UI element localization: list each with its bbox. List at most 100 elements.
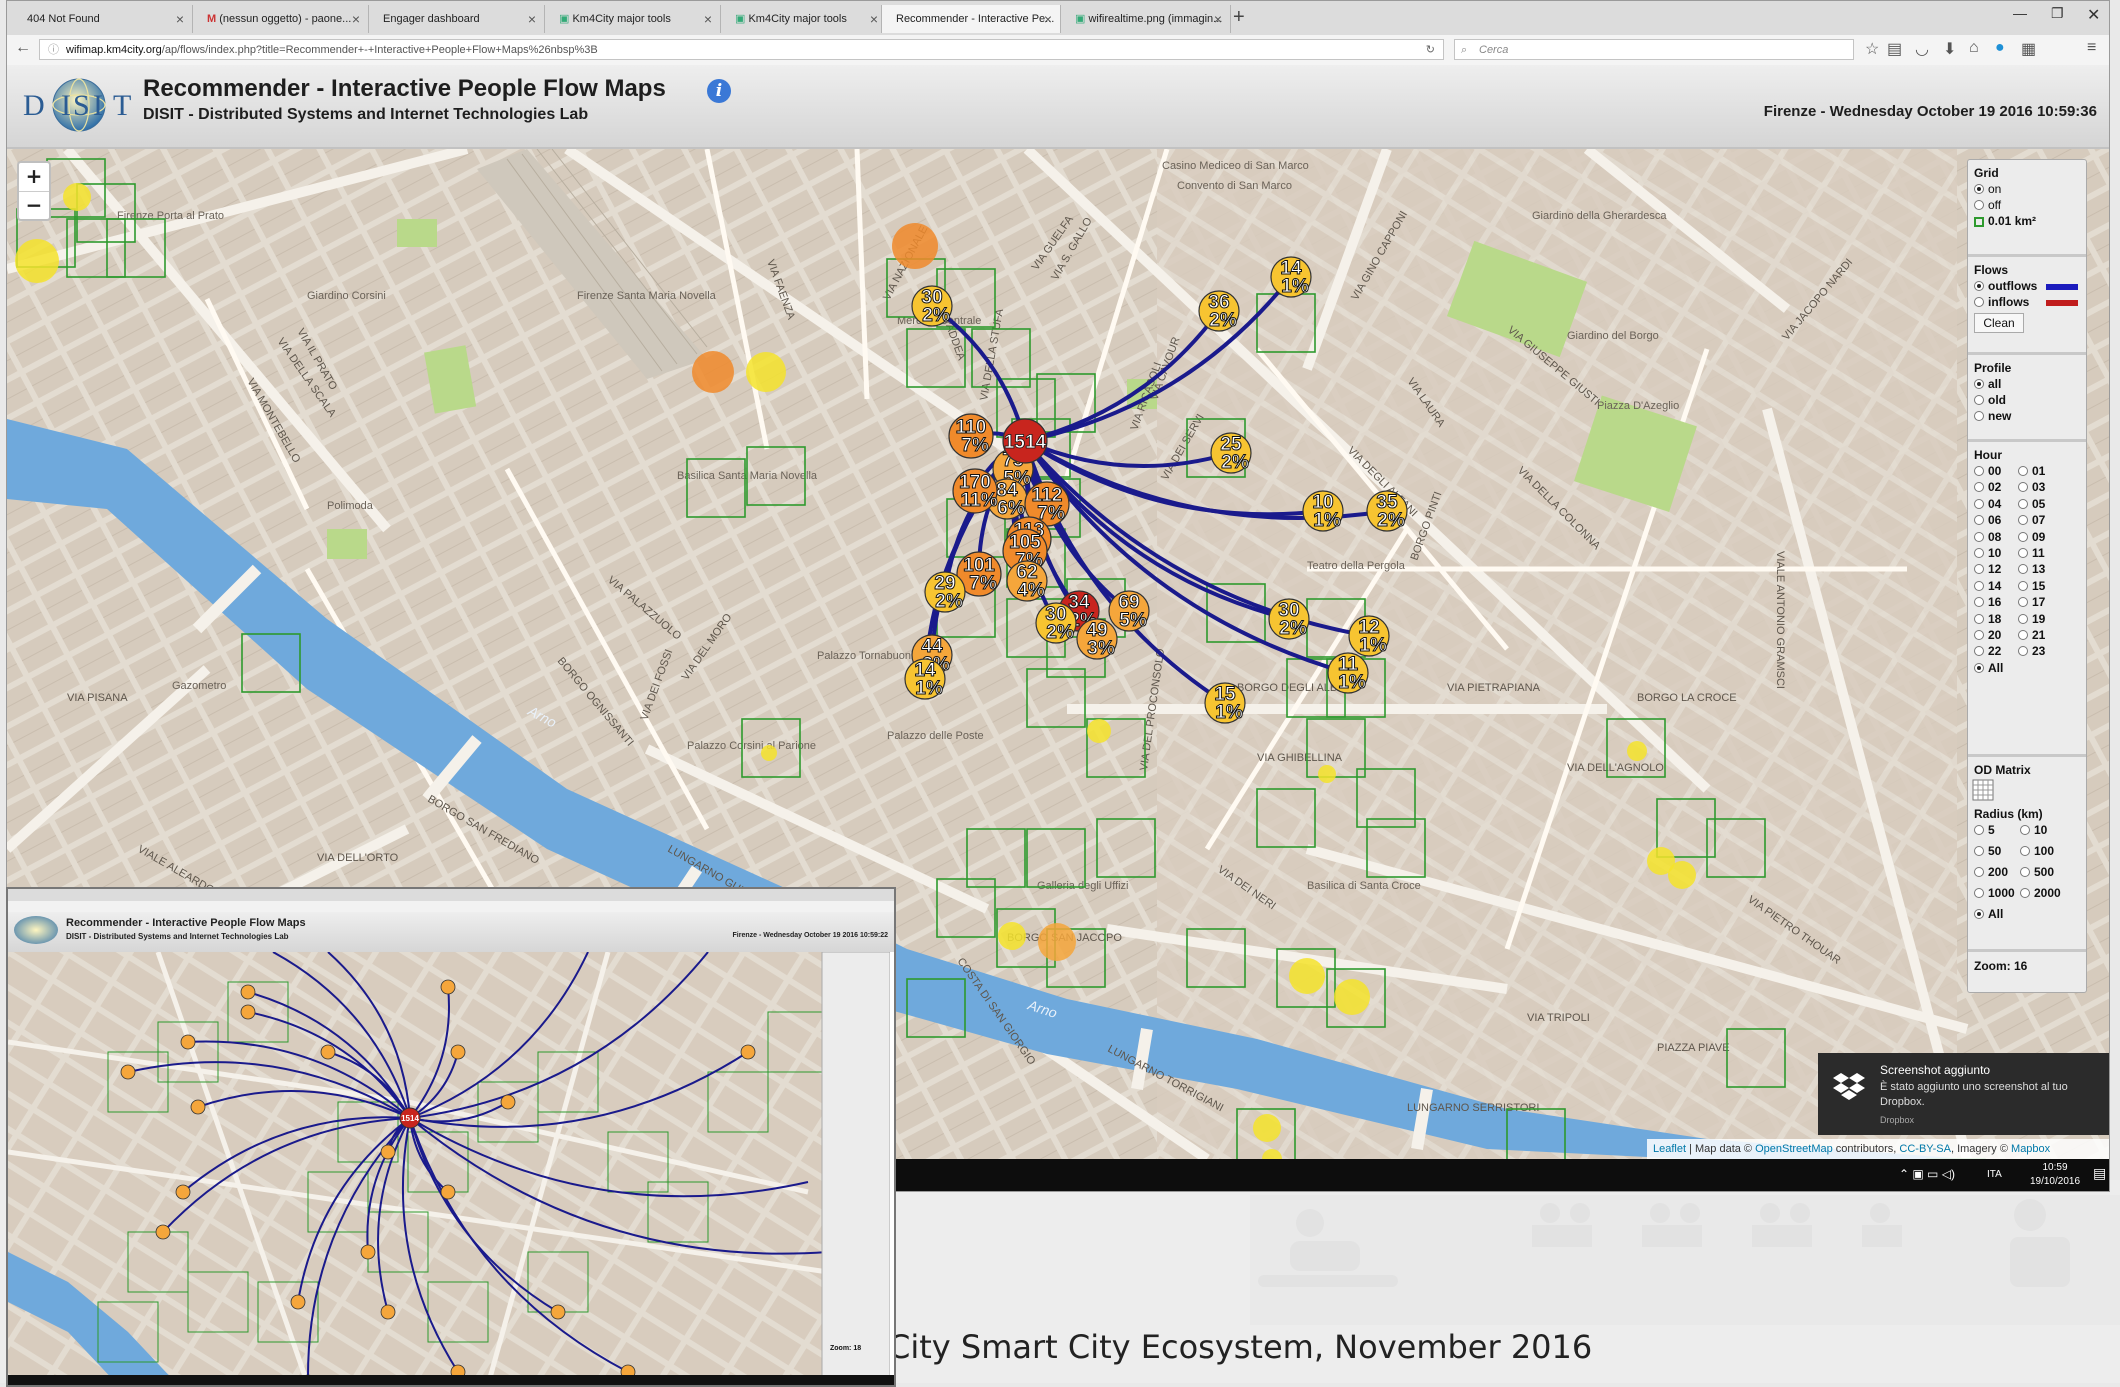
download-icon[interactable]: ⬇ xyxy=(1943,39,1956,59)
close-icon[interactable]: × xyxy=(704,5,712,33)
flow-marker[interactable]: 362% xyxy=(1198,290,1240,332)
menu-icon[interactable]: ≡ xyxy=(2087,39,2096,57)
mapbox-link[interactable]: Mapbox xyxy=(2011,1143,2050,1155)
hour-radio-12[interactable]: 12 xyxy=(1974,562,2001,576)
search-field[interactable]: ⌕ Cerca xyxy=(1454,39,1854,60)
hour-radio-07[interactable]: 07 xyxy=(2018,513,2045,527)
skype-icon[interactable]: ● xyxy=(1995,39,2005,57)
profile-old-radio[interactable]: old xyxy=(1974,393,2006,407)
hour-radio-19[interactable]: 19 xyxy=(2018,612,2045,626)
flow-marker[interactable]: 352% xyxy=(1366,490,1408,532)
tray-icons[interactable]: ⌃ ▣ ▭ ◁) xyxy=(1899,1167,1955,1181)
hour-radio-11[interactable]: 11 xyxy=(2018,546,2045,560)
reload-icon[interactable]: ↻ xyxy=(1426,40,1435,61)
hour-radio-14[interactable]: 14 xyxy=(1974,579,2001,593)
flow-marker[interactable]: 141% xyxy=(1270,256,1312,298)
clock-time[interactable]: 10:59 xyxy=(2027,1162,2083,1173)
inflows-radio[interactable]: inflows xyxy=(1974,295,2029,309)
hour-radio-20[interactable]: 20 xyxy=(1974,628,2001,642)
info-icon[interactable]: i xyxy=(707,79,731,103)
action-center-icon[interactable]: ▤ xyxy=(2093,1165,2106,1182)
close-icon[interactable]: × xyxy=(176,5,184,33)
tab-mail[interactable]: M (nessun oggetto) - paone... × xyxy=(193,5,369,33)
language-indicator[interactable]: ITA xyxy=(1987,1169,2002,1180)
hour-radio-06[interactable]: 06 xyxy=(1974,513,2001,527)
radius-radio-200[interactable]: 200 xyxy=(1974,865,2008,879)
radius-radio-2000[interactable]: 2000 xyxy=(2020,886,2061,900)
flow-marker[interactable]: 493% xyxy=(1076,618,1118,660)
radius-radio-5[interactable]: 5 xyxy=(1974,823,1995,837)
profile-all-radio[interactable]: all xyxy=(1974,377,2001,391)
address-bar[interactable]: ⓘ wifimap.km4city.org/ap/flows/index.php… xyxy=(39,39,1444,60)
reading-list-icon[interactable]: ▤ xyxy=(1887,39,1902,59)
flow-marker[interactable]: 111% xyxy=(1327,652,1369,694)
tab-404[interactable]: 404 Not Found × xyxy=(13,5,193,33)
flow-marker[interactable]: 151% xyxy=(1204,682,1246,724)
flow-marker[interactable]: 302% xyxy=(911,285,953,327)
home-icon[interactable]: ⌂ xyxy=(1969,39,1979,57)
back-arrow-icon[interactable]: ← xyxy=(15,39,31,57)
flow-marker[interactable]: 252% xyxy=(1210,432,1252,474)
bookmark-star-icon[interactable]: ☆ xyxy=(1865,39,1879,59)
zoom-out-button[interactable]: − xyxy=(19,191,49,220)
hour-radio-10[interactable]: 10 xyxy=(1974,546,2001,560)
hour-radio-05[interactable]: 05 xyxy=(2018,497,2045,511)
new-tab-button[interactable]: + xyxy=(1233,6,1245,29)
hour-radio-15[interactable]: 15 xyxy=(2018,579,2045,593)
profile-new-radio[interactable]: new xyxy=(1974,409,2011,423)
radius-radio-10[interactable]: 10 xyxy=(2020,823,2047,837)
grid-on-radio[interactable]: on xyxy=(1974,182,2001,196)
extension-icon[interactable]: ▦ xyxy=(2021,39,2036,59)
osm-link[interactable]: OpenStreetMap xyxy=(1755,1143,1833,1155)
tab-km4city-2[interactable]: ▣ Km4City major tools × xyxy=(721,5,887,33)
hour-radio-23[interactable]: 23 xyxy=(2018,644,2045,658)
flow-marker[interactable]: 17011% xyxy=(952,468,998,514)
flow-marker[interactable]: 101% xyxy=(1302,490,1344,532)
close-icon[interactable]: × xyxy=(352,5,360,33)
zoom-in-button[interactable]: + xyxy=(19,163,49,191)
radius-radio-100[interactable]: 100 xyxy=(2020,844,2054,858)
hour-radio-13[interactable]: 13 xyxy=(2018,562,2045,576)
flow-marker[interactable]: 624% xyxy=(1006,560,1048,602)
hour-radio-all[interactable]: All xyxy=(1974,661,2003,675)
flow-marker[interactable]: 121% xyxy=(1348,615,1390,657)
clean-button[interactable]: Clean xyxy=(1974,313,2024,333)
flow-marker[interactable]: 695% xyxy=(1108,590,1150,632)
pocket-icon[interactable]: ◡ xyxy=(1915,39,1929,59)
hour-radio-02[interactable]: 02 xyxy=(1974,480,2001,494)
window-close-button[interactable]: ✕ xyxy=(2087,5,2100,25)
outflows-radio[interactable]: outflows xyxy=(1974,279,2037,293)
hour-radio-18[interactable]: 18 xyxy=(1974,612,2001,626)
grid-off-radio[interactable]: off xyxy=(1974,198,2001,212)
radius-radio-50[interactable]: 50 xyxy=(1974,844,2001,858)
close-icon[interactable]: × xyxy=(528,5,536,33)
hour-radio-08[interactable]: 08 xyxy=(1974,530,2001,544)
hour-radio-22[interactable]: 22 xyxy=(1974,644,2001,658)
radius-radio-1000[interactable]: 1000 xyxy=(1974,886,2015,900)
tab-recommender[interactable]: Recommender - Interactive Pe... × xyxy=(881,5,1061,33)
flow-marker[interactable]: 1107% xyxy=(948,413,994,459)
leaflet-link[interactable]: Leaflet xyxy=(1653,1143,1686,1155)
od-matrix-grid-icon[interactable] xyxy=(1972,779,1994,801)
hour-radio-03[interactable]: 03 xyxy=(2018,480,2045,494)
maximize-button[interactable]: ❐ xyxy=(2051,5,2064,22)
close-icon[interactable]: × xyxy=(1214,5,1222,33)
hour-radio-01[interactable]: 01 xyxy=(2018,464,2045,478)
hour-radio-00[interactable]: 00 xyxy=(1974,464,2001,478)
flow-marker[interactable]: 292% xyxy=(924,571,966,613)
minimize-button[interactable]: — xyxy=(2013,5,2027,21)
flow-marker[interactable]: 302% xyxy=(1268,598,1310,640)
tab-engager[interactable]: Engager dashboard × xyxy=(369,5,545,33)
tab-km4city-1[interactable]: ▣ Km4City major tools × xyxy=(545,5,721,33)
tab-wifirealtime[interactable]: ▣ wifirealtime.png (immagin... × xyxy=(1061,5,1231,33)
close-icon[interactable]: × xyxy=(1044,5,1052,33)
radius-radio-all[interactable]: All xyxy=(1974,907,2003,921)
hour-radio-16[interactable]: 16 xyxy=(1974,595,2001,609)
clock-date[interactable]: 19/10/2016 xyxy=(2027,1176,2083,1187)
dropbox-notification[interactable]: Screenshot aggiunto È stato aggiunto uno… xyxy=(1818,1053,2109,1135)
hour-radio-04[interactable]: 04 xyxy=(1974,497,2001,511)
origin-marker[interactable]: 1514 xyxy=(1002,418,1048,464)
license-link[interactable]: CC-BY-SA xyxy=(1899,1143,1951,1155)
hour-radio-21[interactable]: 21 xyxy=(2018,628,2045,642)
flow-marker[interactable]: 141% xyxy=(904,658,946,700)
